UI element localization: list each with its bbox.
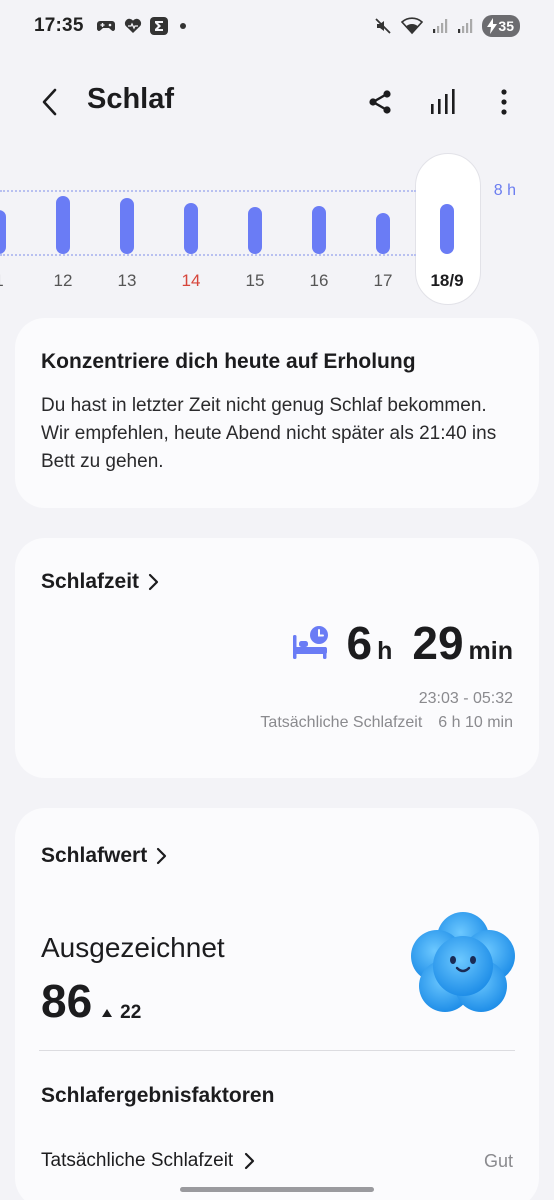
score-value: 86 (41, 975, 93, 1027)
sigma-icon (149, 17, 168, 35)
day-label-17[interactable]: 17 (363, 271, 403, 291)
sleep-bar-15[interactable] (248, 206, 262, 254)
actual-sleep-label: Tatsächliche Schlafzeit (260, 714, 423, 731)
goal-label: 8 h (493, 182, 516, 199)
share-icon (369, 90, 391, 114)
more-icon (501, 89, 507, 115)
sleep-score-card[interactable]: Schlafwert Ausgezeichnet 86 22 Schlaferg… (15, 808, 539, 1200)
bed-icon (292, 626, 328, 659)
home-indicator (180, 1187, 374, 1192)
sleep-hours: 6 (346, 617, 373, 669)
actual-sleep-value: 6 h 10 min (438, 714, 513, 731)
chevron-right-icon (157, 847, 167, 865)
goal-line (0, 190, 416, 192)
dot-icon (179, 23, 186, 29)
focus-text: Du hast in letzter Zeit nicht genug Schl… (41, 395, 497, 472)
battery-indicator: 35 (482, 15, 520, 37)
chevron-right-icon (148, 573, 159, 591)
more-options-button[interactable] (486, 82, 522, 122)
signal-icon-1 (433, 19, 448, 33)
factor-value: Gut (483, 1150, 513, 1171)
health-heart-icon (124, 18, 141, 33)
sleep-score-header[interactable]: Schlafwert (41, 844, 167, 868)
baseline (0, 254, 416, 256)
statistics-button[interactable] (424, 82, 460, 122)
factor-label: Tatsächliche Schlafzeit (41, 1150, 234, 1171)
sleep-bar-13[interactable] (120, 198, 134, 254)
sleep-bar-12[interactable] (56, 196, 70, 254)
sleep-bar-17[interactable] (376, 213, 390, 254)
status-notification-icons (96, 17, 186, 35)
status-time: 17:35 (34, 15, 84, 36)
status-bar: 17:35 35 (0, 0, 554, 52)
actual-sleep-row: Tatsächliche Schlafzeit 6 h 10 min (260, 714, 513, 732)
page-title: Schlaf (87, 83, 175, 115)
sleep-minutes-unit: min (468, 637, 513, 665)
wifi-icon (401, 17, 424, 35)
sleep-score-title: Schlafwert (41, 844, 148, 867)
day-label-15[interactable]: 15 (235, 271, 275, 291)
stats-icon (431, 89, 455, 114)
sleep-duration: 6 h 29 min (291, 616, 513, 670)
sleep-time-title: Schlafzeit (41, 570, 140, 593)
day-label-12[interactable]: 12 (43, 271, 83, 291)
app-bar: Schlaf (0, 70, 554, 134)
day-label-11[interactable]: 1 (0, 271, 19, 291)
sleep-time-header[interactable]: Schlafzeit (41, 570, 159, 594)
back-button[interactable] (30, 82, 70, 122)
mascot-cloud (411, 912, 515, 1012)
share-button[interactable] (362, 82, 398, 122)
signal-icon-2 (458, 19, 473, 33)
recovery-focus-card[interactable]: Konzentriere dich heute auf Erholung Du … (15, 318, 539, 508)
game-icon (96, 21, 115, 31)
factor-row[interactable]: Tatsächliche Schlafzeit Gut (41, 1150, 513, 1172)
status-system-icons: 35 (374, 15, 520, 37)
sleep-time-range: 23:03 - 05:32 (418, 690, 513, 707)
triangle-up-icon (102, 1009, 113, 1017)
app-actions (362, 82, 522, 122)
score-delta: 22 (102, 1002, 141, 1024)
sleep-time-card[interactable]: Schlafzeit 6 h 29 min 23:03 - 05:32 Tats… (15, 538, 539, 778)
score-delta-value: 22 (120, 1002, 142, 1023)
chevron-right-icon (245, 1152, 255, 1170)
score-row: 86 22 (41, 974, 141, 1028)
charging-icon (487, 18, 498, 34)
score-status: Ausgezeichnet (41, 932, 225, 963)
sleep-bar-16[interactable] (312, 206, 326, 254)
sleep-minutes: 29 (412, 617, 464, 669)
sleep-bar-14[interactable] (184, 202, 198, 254)
sleep-chart[interactable]: 8 h 1 12 13 14 15 16 17 18/9 (0, 150, 554, 310)
sleep-bar-18/9[interactable] (440, 204, 454, 254)
day-label-18/9[interactable]: 18/9 (427, 271, 467, 291)
day-label-16[interactable]: 16 (299, 271, 339, 291)
focus-title: Konzentriere dich heute auf Erholung (41, 350, 416, 373)
back-icon (42, 88, 57, 116)
divider (39, 1050, 515, 1051)
sleep-hours-unit: h (377, 637, 393, 665)
sleep-bar-11[interactable] (0, 210, 6, 254)
battery-level: 35 (498, 18, 514, 34)
factors-title: Schlafergebnisfaktoren (41, 1084, 275, 1107)
day-label-13[interactable]: 13 (107, 271, 147, 291)
day-label-14[interactable]: 14 (171, 271, 211, 291)
mute-icon (375, 18, 392, 34)
